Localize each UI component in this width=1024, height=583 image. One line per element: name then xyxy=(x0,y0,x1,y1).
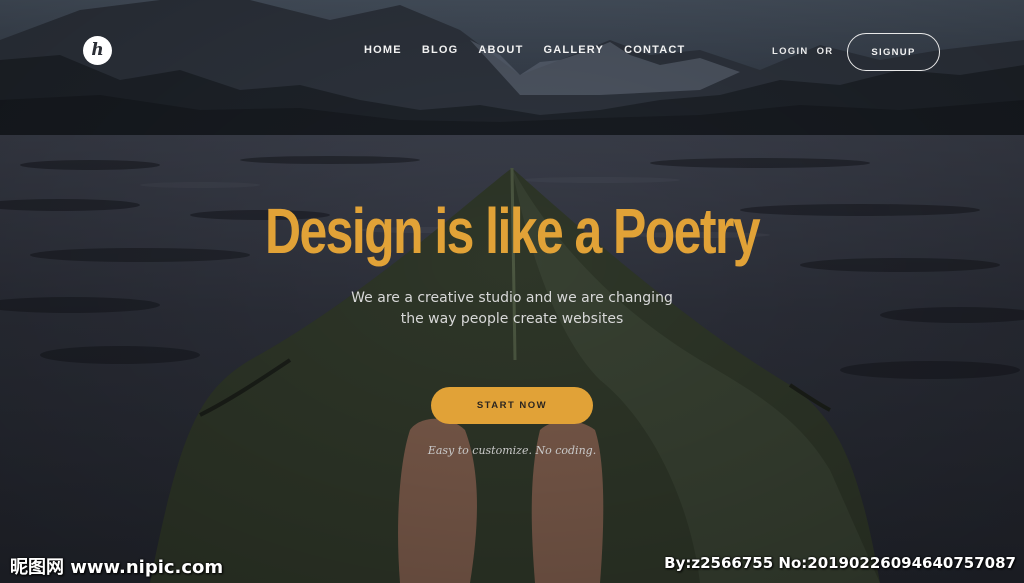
or-separator: OR xyxy=(816,46,834,57)
nav-contact-link[interactable]: CONTACT xyxy=(624,44,685,56)
auth-links: LOGIN OR xyxy=(772,46,833,57)
signup-button[interactable]: SIGNUP xyxy=(847,33,940,71)
watermark-right: By:z2566755 No:20190226094640757087 xyxy=(664,554,1016,572)
hero-headline: Design is like a Poetry xyxy=(264,195,761,267)
nav-home-link[interactable]: HOME xyxy=(364,44,402,56)
nav-about-link[interactable]: ABOUT xyxy=(478,44,523,56)
hero-subtitle-line-2: the way people create websites xyxy=(400,311,624,327)
brand-logo[interactable]: h xyxy=(83,36,112,65)
nav-blog-link[interactable]: BLOG xyxy=(422,44,459,56)
logo-letter: h xyxy=(91,40,104,60)
start-now-button[interactable]: START NOW xyxy=(431,387,593,424)
hero-subtitle: We are a creative studio and we are chan… xyxy=(0,288,1024,330)
login-link[interactable]: LOGIN xyxy=(772,46,809,57)
nav-gallery-link[interactable]: GALLERY xyxy=(544,44,605,56)
main-nav: HOME BLOG ABOUT GALLERY CONTACT xyxy=(364,44,685,56)
watermark-left: 昵图网 www.nipic.com xyxy=(10,557,224,578)
hero-note: Easy to customize. No coding. xyxy=(427,444,597,457)
hero-subtitle-line-1: We are a creative studio and we are chan… xyxy=(351,290,673,306)
